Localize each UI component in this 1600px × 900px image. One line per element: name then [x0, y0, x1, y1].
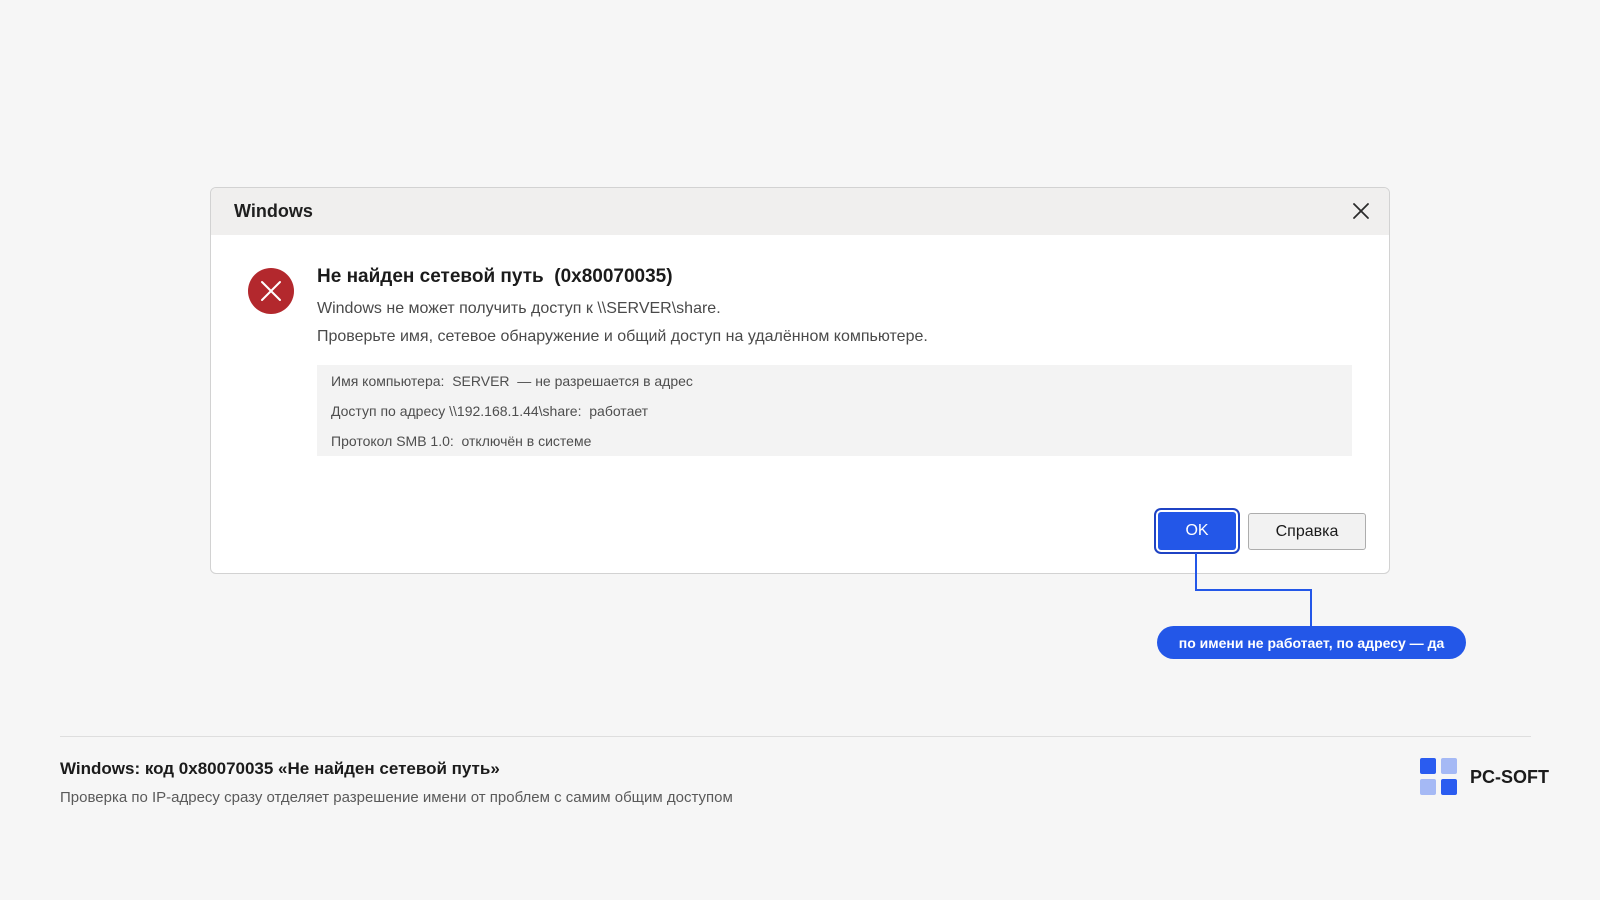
footer-subtitle: Проверка по IP-адресу сразу отделяет раз…: [60, 789, 733, 806]
page: Windows Не найден сетевой путь (0x800700…: [0, 0, 1600, 900]
brand-logo-icon: [1420, 758, 1460, 798]
error-message: Windows не может получить доступ к \\SER…: [317, 300, 721, 317]
dialog-title: Windows: [234, 201, 313, 221]
footer-title: Windows: код 0x80070035 «Не найден сетев…: [60, 759, 500, 778]
details-panel: Имя компьютера: SERVER — не разрешается …: [317, 365, 1352, 456]
footer-divider: [60, 736, 1531, 737]
brand-name: PC-SOFT: [1470, 767, 1549, 787]
dialog-titlebar: Windows: [211, 188, 1389, 235]
detail-row-ip-access: Доступ по адресу \\192.168.1.44\share: р…: [331, 403, 649, 419]
detail-row-computer-name: Имя компьютера: SERVER — не разрешается …: [331, 373, 693, 389]
callout-label: по имени не работает, по адресу — да: [1157, 626, 1466, 659]
close-icon: [1353, 203, 1369, 219]
help-button[interactable]: Справка: [1248, 513, 1366, 550]
ok-button[interactable]: OK: [1158, 512, 1236, 550]
error-dialog: Windows Не найден сетевой путь (0x800700…: [210, 187, 1390, 574]
error-heading: Не найден сетевой путь (0x80070035): [317, 266, 673, 287]
error-hint: Проверьте имя, сетевое обнаружение и общ…: [317, 328, 928, 345]
error-icon: [248, 268, 294, 314]
close-button[interactable]: [1348, 198, 1374, 224]
detail-row-smb-protocol: Протокол SMB 1.0: отключён в системе: [331, 433, 592, 449]
